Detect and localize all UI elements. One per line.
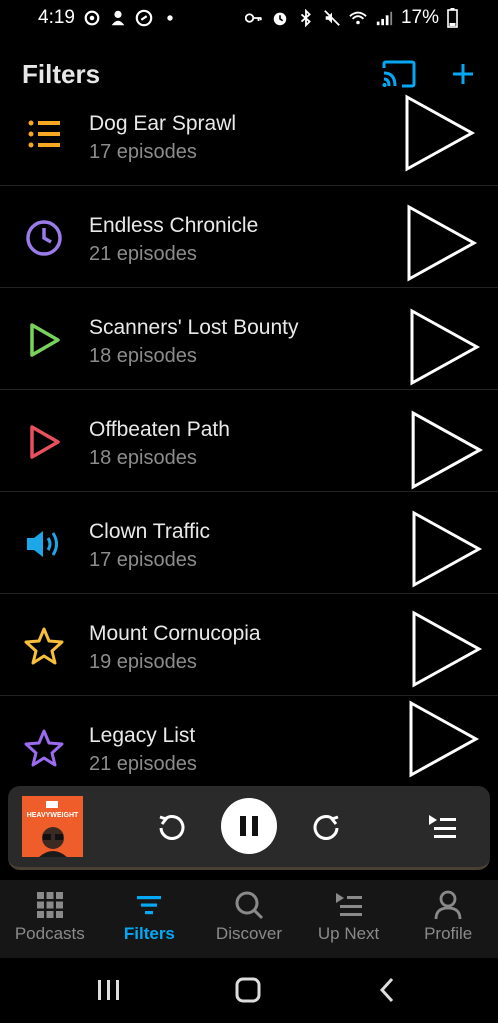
nav-label: Podcasts xyxy=(14,924,85,943)
play-icon[interactable] xyxy=(408,700,480,778)
battery-icon xyxy=(447,8,458,28)
artwork-face-icon xyxy=(39,827,67,857)
episode-count: 18 episodes xyxy=(89,447,197,469)
filter-row[interactable]: Scanners' Lost Bounty 18 episodes xyxy=(0,288,498,390)
filter-name: Legacy List xyxy=(89,724,196,747)
filter-row[interactable]: Legacy List 21 episodes xyxy=(0,696,498,798)
filter-name: Dog Ear Sprawl xyxy=(89,112,237,135)
artwork-title: HEAVYWEIGHT xyxy=(26,812,79,819)
skip-back-icon[interactable] xyxy=(156,812,186,842)
mini-player[interactable]: HEAVYWEIGHT xyxy=(8,786,490,870)
search-icon xyxy=(235,891,264,920)
star-icon xyxy=(24,729,64,767)
episode-count: 21 episodes xyxy=(89,243,197,265)
play-icon[interactable] xyxy=(404,94,476,172)
bluetooth-icon xyxy=(300,9,311,27)
play-icon[interactable] xyxy=(406,204,478,282)
filter-row[interactable]: Offbeaten Path 18 episodes xyxy=(0,390,498,492)
dot-icon xyxy=(167,15,173,21)
notification-icon xyxy=(111,10,125,26)
grid-icon xyxy=(36,892,63,918)
play-icon[interactable] xyxy=(410,410,484,490)
person-icon xyxy=(434,890,462,920)
nav-label: Discover xyxy=(215,924,283,943)
battery-percent: 17% xyxy=(400,7,439,28)
list-icon xyxy=(28,120,60,148)
shazam-icon xyxy=(135,9,153,27)
star-icon xyxy=(24,627,64,665)
play-outline-icon xyxy=(30,323,60,357)
wifi-icon xyxy=(349,11,367,25)
filter-row[interactable]: Mount Cornucopia 19 episodes xyxy=(0,594,498,696)
pause-button[interactable] xyxy=(221,798,277,854)
nav-podcasts[interactable]: Podcasts xyxy=(0,880,100,958)
filter-row[interactable]: Dog Ear Sprawl 17 episodes xyxy=(0,84,498,186)
nav-discover[interactable]: Discover xyxy=(199,880,299,958)
play-icon[interactable] xyxy=(411,510,483,588)
podcast-artwork[interactable]: HEAVYWEIGHT xyxy=(22,796,83,857)
play-icon[interactable] xyxy=(409,308,481,386)
nav-label: Profile xyxy=(424,924,473,943)
queue-icon[interactable] xyxy=(426,812,460,840)
filter-name: Scanners' Lost Bounty xyxy=(89,316,299,339)
nav-label: Up Next xyxy=(317,924,380,943)
filter-name: Clown Traffic xyxy=(89,520,210,543)
status-time: 4:19 xyxy=(38,7,75,28)
nav-label: Filters xyxy=(123,924,175,943)
queue-icon xyxy=(335,893,362,916)
episode-count: 18 episodes xyxy=(89,345,197,367)
status-bar: 4:19 17% xyxy=(0,0,498,36)
filter-name: Mount Cornucopia xyxy=(89,622,261,645)
clock-icon xyxy=(26,220,62,256)
alarm-icon xyxy=(273,12,287,26)
mute-icon xyxy=(324,10,340,26)
play-icon[interactable] xyxy=(411,610,483,688)
home-icon[interactable] xyxy=(235,977,261,1003)
filter-name: Offbeaten Path xyxy=(89,418,230,441)
filter-row[interactable]: Endless Chronicle 21 episodes xyxy=(0,186,498,288)
sync-icon xyxy=(84,10,100,26)
episode-count: 21 episodes xyxy=(89,753,197,775)
filter-name: Endless Chronicle xyxy=(89,214,259,237)
nav-profile[interactable]: Profile xyxy=(398,880,498,958)
signal-icon xyxy=(376,11,393,26)
artwork-badge xyxy=(46,801,58,808)
key-icon xyxy=(244,13,262,23)
recent-apps-icon[interactable] xyxy=(96,978,122,1002)
speaker-icon xyxy=(27,531,58,557)
episode-count: 19 episodes xyxy=(89,651,197,673)
nav-filters[interactable]: Filters xyxy=(100,880,200,958)
episode-count: 17 episodes xyxy=(89,141,197,163)
play-outline-icon xyxy=(30,425,60,459)
back-icon[interactable] xyxy=(378,977,396,1003)
episode-count: 17 episodes xyxy=(89,549,197,571)
nav-up-next[interactable]: Up Next xyxy=(299,880,399,958)
bottom-nav: Podcasts Filters Discover Up Next Profil… xyxy=(0,880,498,958)
system-nav-bar xyxy=(0,958,498,1023)
filter-row[interactable]: Clown Traffic 17 episodes xyxy=(0,492,498,594)
skip-forward-icon[interactable] xyxy=(312,812,342,842)
pause-icon xyxy=(240,816,258,836)
filter-icon xyxy=(137,896,162,915)
